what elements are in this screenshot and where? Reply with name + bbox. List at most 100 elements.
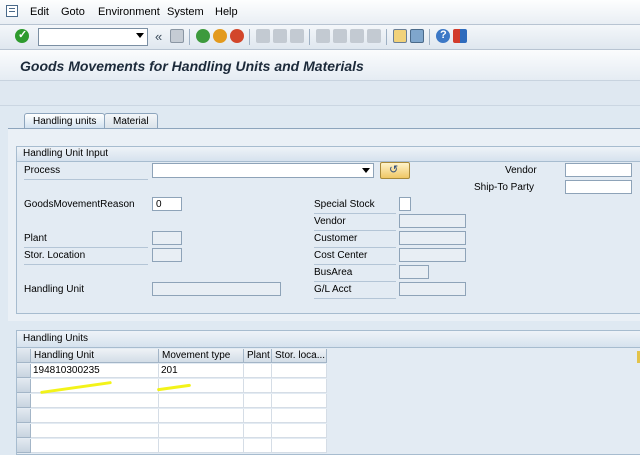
toolbar-separator (429, 29, 430, 45)
shortcut-icon[interactable] (410, 29, 424, 43)
toolbar-separator (249, 29, 250, 45)
table-cell-plant[interactable] (244, 364, 272, 378)
first-page-icon[interactable] (316, 29, 330, 43)
previous-page-icon[interactable] (333, 29, 347, 43)
menu-bar: Edit Goto Environment System Help (0, 0, 640, 25)
column-header-plant[interactable]: Plant (244, 349, 272, 363)
table-cell-stor-location[interactable] (272, 364, 327, 378)
tab-material[interactable]: Material (104, 113, 158, 129)
table-cell-movement-type[interactable]: 201 (159, 364, 244, 378)
table-cell[interactable] (159, 409, 244, 423)
table-cell[interactable] (159, 424, 244, 438)
table-cell[interactable] (272, 394, 327, 408)
menu-help[interactable]: Help (215, 6, 238, 18)
title-bar: Goods Movements for Handling Units and M… (0, 50, 640, 81)
menu-environment[interactable]: Environment (98, 6, 160, 18)
handling-unit-field[interactable] (152, 282, 281, 296)
customize-layout-icon[interactable] (453, 29, 467, 43)
table-cell[interactable] (272, 409, 327, 423)
table-cell[interactable] (272, 439, 327, 453)
row-selector[interactable] (17, 409, 31, 423)
select-all-button[interactable] (17, 349, 31, 363)
table-cell[interactable] (31, 394, 159, 408)
process-label: Process (24, 163, 148, 180)
table-cell[interactable] (159, 394, 244, 408)
cost-center-field[interactable] (399, 248, 466, 262)
stor-location-field[interactable] (152, 248, 182, 262)
table-cell[interactable] (272, 379, 327, 393)
table-cell[interactable] (244, 424, 272, 438)
vendor-field[interactable] (565, 163, 632, 177)
bus-area-field[interactable] (399, 265, 429, 279)
vendor-label: Vendor (505, 165, 537, 176)
column-header-stor-location[interactable]: Stor. loca... (272, 349, 327, 363)
help-icon[interactable]: ? (436, 29, 450, 43)
collapse-toolbar-icon[interactable]: « (155, 29, 162, 44)
customer-label: Customer (314, 231, 396, 248)
refresh-icon: ↺ (389, 164, 399, 176)
table-cell[interactable] (244, 394, 272, 408)
command-field[interactable] (38, 28, 148, 46)
bus-area-label: BusArea (314, 265, 396, 282)
ship-to-party-field[interactable] (565, 180, 632, 194)
table-cell-handling-unit[interactable]: 194810300235 (31, 364, 159, 378)
gl-acct-label: G/L Acct (314, 282, 396, 299)
row-selector[interactable] (17, 439, 31, 453)
vendor-2-field[interactable] (399, 214, 466, 228)
exit-icon[interactable] (213, 29, 227, 43)
page-title: Goods Movements for Handling Units and M… (20, 58, 364, 74)
find-next-icon[interactable] (290, 29, 304, 43)
back-icon[interactable] (196, 29, 210, 43)
table-cell[interactable] (31, 424, 159, 438)
row-selector[interactable] (17, 379, 31, 393)
next-page-icon[interactable] (350, 29, 364, 43)
toolbar-separator (189, 29, 190, 45)
row-selector[interactable] (17, 364, 31, 378)
print-icon[interactable] (256, 29, 270, 43)
tab-handling-units[interactable]: Handling units (24, 113, 106, 129)
toolbar-separator (386, 29, 387, 45)
customer-field[interactable] (399, 231, 466, 245)
menu-edit[interactable]: Edit (30, 6, 49, 18)
cost-center-label: Cost Center (314, 248, 396, 265)
chevron-down-icon[interactable] (136, 33, 144, 38)
menu-goto[interactable]: Goto (61, 6, 85, 18)
group-title: Handling Units (17, 331, 640, 348)
row-selector[interactable] (17, 394, 31, 408)
last-page-icon[interactable] (367, 29, 381, 43)
new-session-icon[interactable] (393, 29, 407, 43)
save-icon[interactable] (170, 29, 184, 43)
application-toolbar (0, 81, 640, 106)
goods-movement-reason-field[interactable]: 0 (152, 197, 182, 211)
goods-movement-reason-label: GoodsMovementReason (24, 199, 135, 210)
column-header-movement-type[interactable]: Movement type (159, 349, 244, 363)
table-cell[interactable] (272, 424, 327, 438)
refresh-button[interactable]: ↺ (380, 162, 410, 179)
plant-field[interactable] (152, 231, 182, 245)
handling-unit-label: Handling Unit (24, 284, 85, 295)
table-cell[interactable] (31, 409, 159, 423)
table-cell[interactable] (244, 439, 272, 453)
row-selector[interactable] (17, 424, 31, 438)
column-header-handling-unit[interactable]: Handling Unit (31, 349, 159, 363)
find-icon[interactable] (273, 29, 287, 43)
menu-system[interactable]: System (167, 6, 204, 18)
plant-label: Plant (24, 231, 148, 248)
special-stock-label: Special Stock (314, 197, 396, 214)
cancel-icon[interactable] (230, 29, 244, 43)
stor-location-label: Stor. Location (24, 248, 148, 265)
special-stock-field[interactable] (399, 197, 411, 211)
standard-toolbar: ✓ « ? (0, 25, 640, 50)
process-dropdown[interactable] (152, 163, 374, 178)
gl-acct-field[interactable] (399, 282, 466, 296)
vendor-2-label: Vendor (314, 214, 396, 231)
enter-check-icon[interactable]: ✓ (15, 29, 29, 43)
table-cell[interactable] (244, 409, 272, 423)
table-cell[interactable] (31, 439, 159, 453)
chevron-down-icon[interactable] (362, 168, 370, 173)
ship-to-party-label: Ship-To Party (474, 182, 535, 193)
table-cell[interactable] (244, 379, 272, 393)
window-menu-icon[interactable] (6, 5, 18, 17)
table-cell[interactable] (159, 439, 244, 453)
group-title: Handling Unit Input (17, 147, 640, 162)
